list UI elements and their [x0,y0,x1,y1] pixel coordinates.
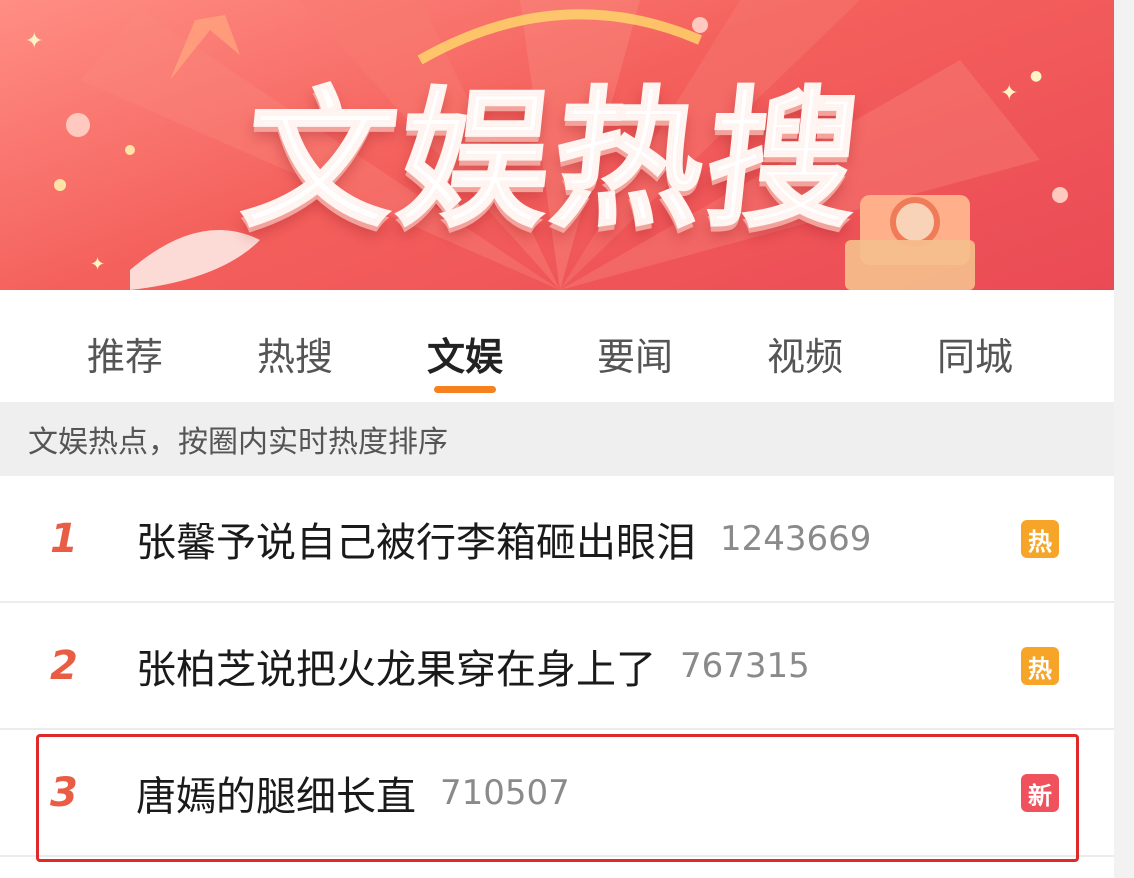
svg-text:✦: ✦ [1000,81,1018,106]
rank-number: 3 [50,769,78,816]
tab-news[interactable]: 要闻 [550,290,720,402]
tab-entertainment[interactable]: 文娱 [380,290,550,402]
tab-label: 热搜 [256,335,333,379]
section-subtitle: 文娱热点，按圈内实时热度排序 [0,402,1114,476]
heat-count: 767315 [680,645,810,686]
banner-title: 文娱热搜 [235,73,871,249]
tab-label: 同城 [936,335,1013,379]
list-item[interactable]: 2 张柏芝说把火龙果穿在身上了 767315 热 [0,603,1114,730]
tab-recommend[interactable]: 推荐 [40,290,210,402]
banner: ✦ ✦ ● ✦ 文娱热搜 [0,0,1114,290]
hot-search-list: 1 张馨予说自己被行李箱砸出眼泪 1243669 热 2 张柏芝说把火龙果穿在身… [0,476,1114,857]
tab-local[interactable]: 同城 [890,290,1060,402]
topic-title[interactable]: 张柏芝说把火龙果穿在身上了 [136,637,656,695]
topic-title[interactable]: 唐嫣的腿细长直 [136,764,416,822]
tab-bar: 推荐 热搜 文娱 要闻 视频 同城 [0,290,1114,402]
tab-label: 视频 [766,335,843,379]
list-item[interactable]: 1 张馨予说自己被行李箱砸出眼泪 1243669 热 [0,476,1114,603]
topic-title[interactable]: 张馨予说自己被行李箱砸出眼泪 [136,510,696,568]
scrollbar-track [1114,0,1134,878]
new-badge: 新 [1021,774,1059,812]
tab-label: 文娱 [426,335,503,379]
heat-count: 710507 [440,772,570,813]
tab-hot-search[interactable]: 热搜 [210,290,380,402]
tab-label: 要闻 [596,335,673,379]
svg-text:●: ● [1030,68,1042,84]
rank-number: 2 [50,642,78,689]
heat-count: 1243669 [720,518,872,559]
hot-badge: 热 [1021,520,1059,558]
svg-text:✦: ✦ [25,29,43,54]
list-item[interactable]: 3 唐嫣的腿细长直 710507 新 [0,730,1114,857]
hot-badge: 热 [1021,647,1059,685]
tab-video[interactable]: 视频 [720,290,890,402]
svg-text:✦: ✦ [90,254,105,275]
tab-label: 推荐 [86,335,163,379]
active-tab-indicator [434,386,496,393]
rank-number: 1 [50,515,78,562]
